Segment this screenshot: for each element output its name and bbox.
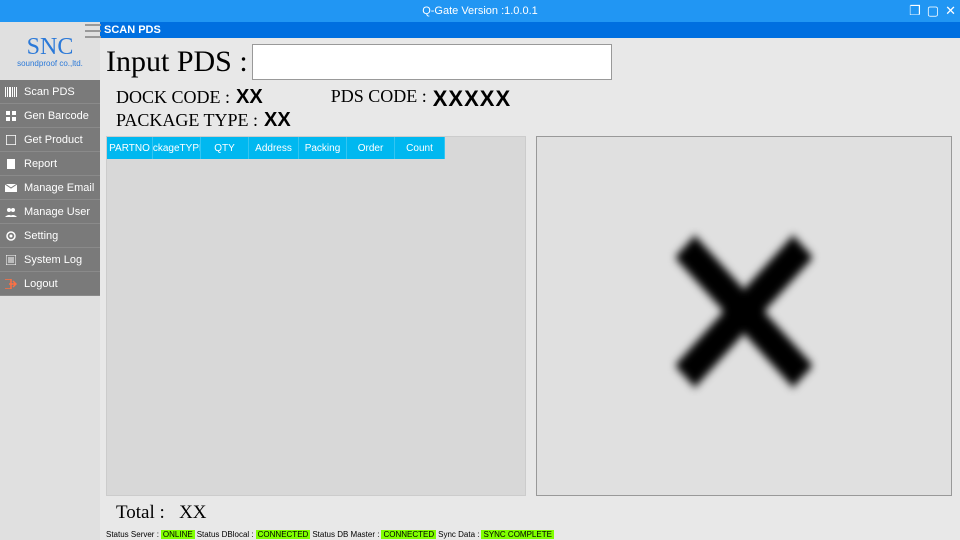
sidebar-item-report[interactable]: Report (0, 152, 100, 176)
table-header: PARTNO ackageTYPE QTY Address Packing Or… (107, 137, 525, 159)
status-dblocal-value: CONNECTED (256, 530, 311, 539)
grid-icon (4, 109, 18, 123)
close-icon[interactable]: ✕ (945, 3, 956, 19)
dock-code-value: XX (236, 86, 263, 109)
barcode-icon (4, 85, 18, 99)
box-icon (4, 133, 18, 147)
preview-panel: ✕ (536, 136, 952, 496)
pds-code-value: XXXXX (433, 86, 511, 112)
sidebar-item-system-log[interactable]: System Log (0, 248, 100, 272)
sidebar-item-label: Logout (24, 278, 58, 290)
mail-icon (4, 181, 18, 195)
status-bar: Status Server : ONLINE Status DBlocal : … (100, 528, 960, 540)
sidebar-item-get-product[interactable]: Get Product (0, 128, 100, 152)
gear-icon (4, 229, 18, 243)
hamburger-icon[interactable] (85, 24, 101, 38)
logout-icon (4, 277, 18, 291)
sidebar-item-logout[interactable]: Logout (0, 272, 100, 296)
window-controls: ❐ ▢ ✕ (909, 0, 956, 22)
minimize-icon[interactable]: ❐ (909, 3, 921, 19)
status-dblocal-label: Status DBlocal : (197, 530, 254, 539)
th-qty[interactable]: QTY (201, 137, 249, 159)
sidebar-item-label: Gen Barcode (24, 110, 89, 122)
status-sync-value: SYNC COMPLETE (481, 530, 553, 539)
input-pds-field[interactable] (252, 44, 612, 80)
package-type-label: PACKAGE TYPE : (116, 110, 258, 131)
sidebar-item-setting[interactable]: Setting (0, 224, 100, 248)
th-partno[interactable]: PARTNO (107, 137, 153, 159)
th-packing[interactable]: Packing (299, 137, 347, 159)
doc-icon (4, 157, 18, 171)
sidebar-item-label: Report (24, 158, 57, 170)
maximize-icon[interactable]: ▢ (927, 3, 939, 19)
status-server-label: Status Server : (106, 530, 159, 539)
pds-code-label: PDS CODE : (331, 86, 427, 107)
total-label: Total : (116, 502, 165, 523)
main-area: Input PDS : DOCK CODE : XX PACKAGE TYPE … (100, 38, 960, 528)
sidebar-item-label: System Log (24, 254, 82, 266)
sidebar-item-label: Get Product (24, 134, 83, 146)
sidebar-item-label: Setting (24, 230, 58, 242)
status-dbmaster-label: Status DB Master : (312, 530, 379, 539)
sidebar: SNC soundproof co.,ltd. Scan PDS Gen Bar… (0, 22, 100, 540)
status-server-value: ONLINE (161, 530, 195, 539)
th-order[interactable]: Order (347, 137, 395, 159)
users-icon (4, 205, 18, 219)
th-packagetype[interactable]: ackageTYPE (153, 137, 201, 159)
title-bar: Q-Gate Version :1.0.0.1 ❐ ▢ ✕ (0, 0, 960, 22)
logo-sub: soundproof co.,ltd. (17, 59, 83, 68)
total-value: XX (179, 502, 206, 523)
sidebar-item-label: Manage Email (24, 182, 94, 194)
status-sync-label: Sync Data : (438, 530, 479, 539)
no-image-icon: ✕ (652, 195, 836, 437)
sidebar-item-manage-email[interactable]: Manage Email (0, 176, 100, 200)
th-count[interactable]: Count (395, 137, 445, 159)
th-address[interactable]: Address (249, 137, 299, 159)
log-icon (4, 253, 18, 267)
input-pds-label: Input PDS : (106, 45, 248, 79)
logo-main: SNC (27, 35, 74, 59)
app-title: Q-Gate Version :1.0.0.1 (422, 5, 538, 17)
sidebar-item-scan-pds[interactable]: Scan PDS (0, 80, 100, 104)
data-table: PARTNO ackageTYPE QTY Address Packing Or… (106, 136, 526, 496)
sidebar-item-label: Manage User (24, 206, 90, 218)
page-subtitle: SCAN PDS (100, 22, 960, 38)
dock-code-label: DOCK CODE : (116, 87, 230, 108)
sidebar-item-manage-user[interactable]: Manage User (0, 200, 100, 224)
sidebar-item-gen-barcode[interactable]: Gen Barcode (0, 104, 100, 128)
sidebar-item-label: Scan PDS (24, 86, 75, 98)
package-type-value: XX (264, 109, 291, 132)
status-dbmaster-value: CONNECTED (381, 530, 436, 539)
